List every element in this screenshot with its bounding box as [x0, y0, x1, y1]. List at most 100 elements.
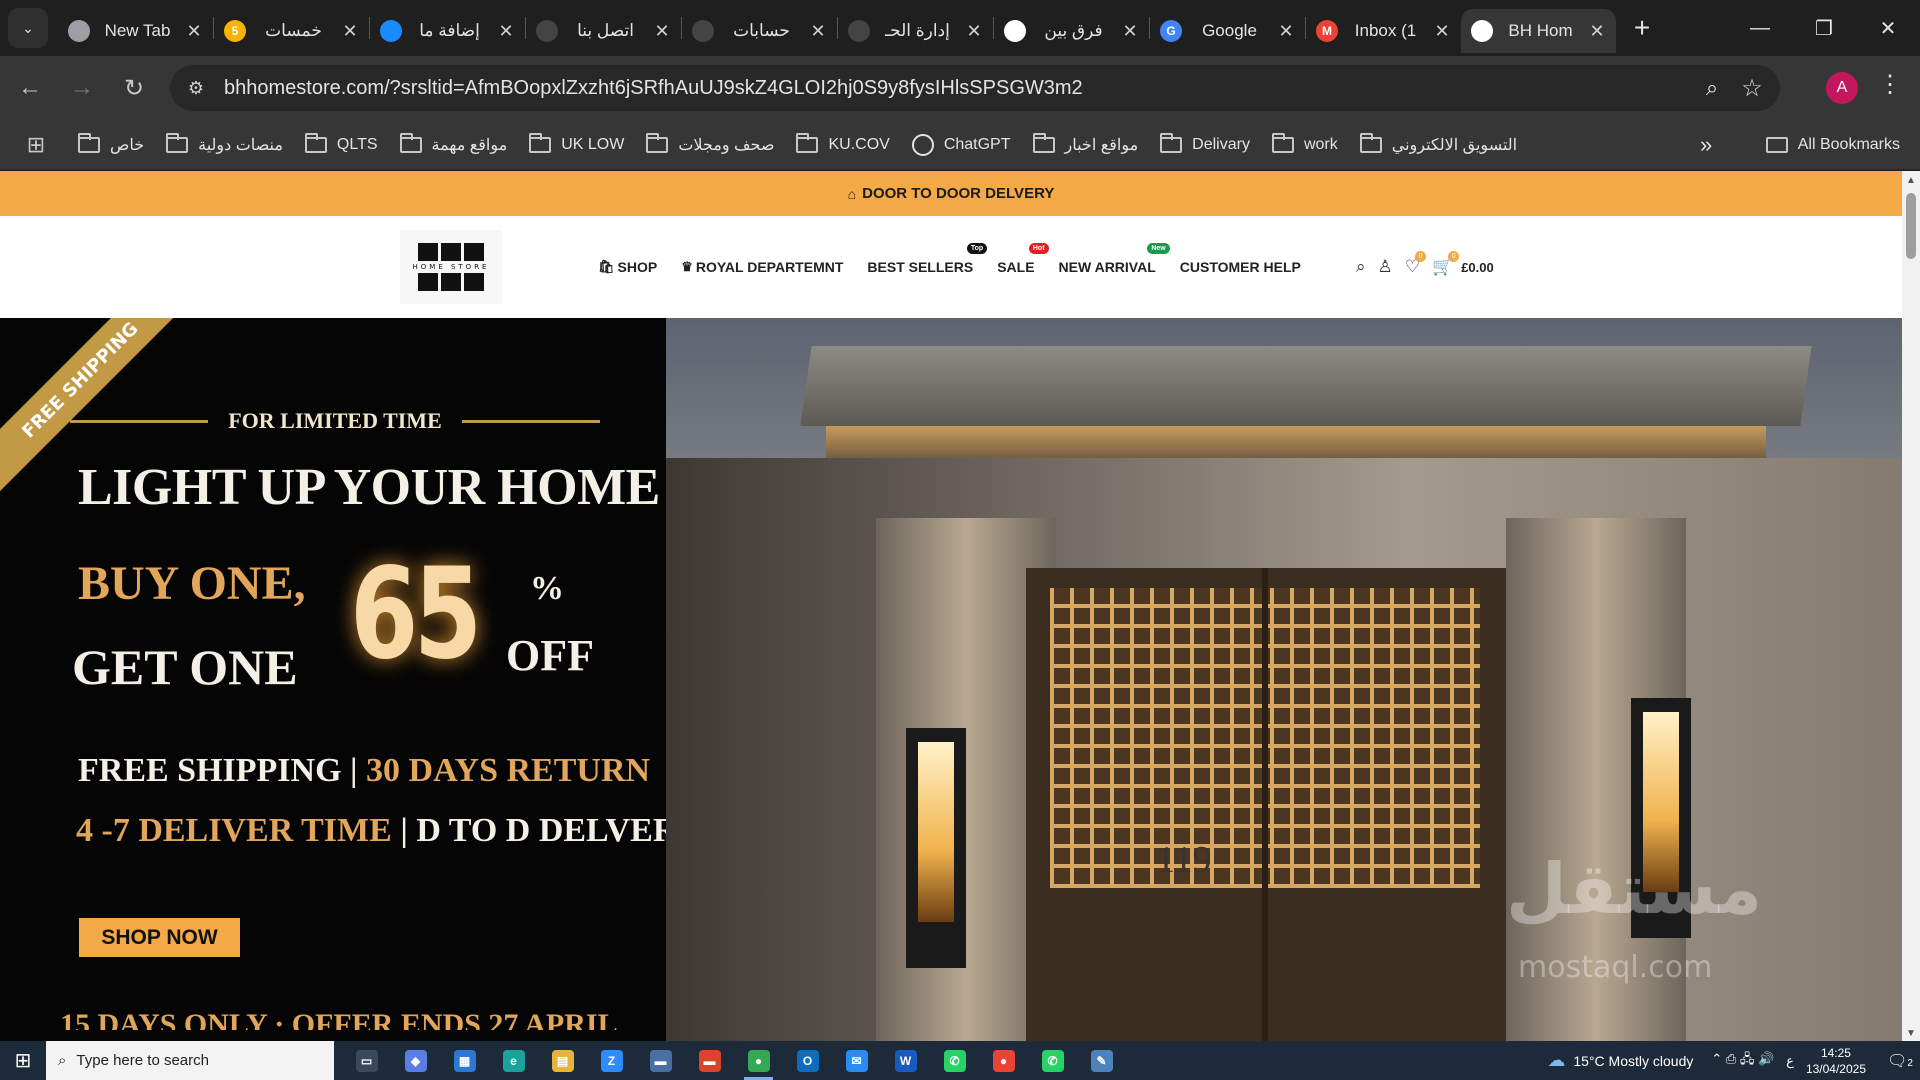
word-icon[interactable]: W [881, 1041, 930, 1080]
bookmark-item[interactable]: مواقع اخبار [1032, 132, 1138, 155]
off-text: OFF [506, 631, 594, 680]
chrome-icon[interactable]: ● [979, 1041, 1028, 1080]
tab-title: اتصل بنا [577, 21, 634, 40]
zoom-icon[interactable]: ⌕ [1692, 75, 1732, 101]
bookmark-star-icon[interactable]: ☆ [1732, 74, 1772, 103]
bookmark-item[interactable]: ChatGPT [911, 133, 1011, 156]
minimize-button[interactable]: — [1728, 0, 1792, 56]
profile-avatar[interactable]: A [1826, 72, 1858, 104]
close-tab-icon[interactable]: ✕ [497, 21, 515, 42]
notification-icon[interactable]: 🗨2 [1880, 1051, 1920, 1071]
tab[interactable]: M Inbox (1 ✕ [1306, 9, 1461, 53]
menu-item[interactable]: SALE Hot [997, 243, 1049, 275]
edge-icon[interactable]: e [489, 1041, 538, 1080]
bookmark-item[interactable]: صحف ومجلات [646, 132, 774, 155]
menu-item[interactable]: ♛ ROYAL DEPARTEMNT [681, 259, 843, 275]
cart-icon[interactable]: 🛒 0 [1432, 251, 1460, 277]
bookmark-item[interactable]: مواقع مهمة [399, 132, 507, 155]
tab[interactable]: اتصل بنا ✕ [526, 9, 681, 53]
close-tab-icon[interactable]: ✕ [965, 21, 983, 42]
bookmark-label: ChatGPT [943, 135, 1011, 153]
weather-widget[interactable]: ☁ 15°C Mostly cloudy [1547, 1050, 1693, 1071]
store-icon[interactable]: ▦ [440, 1041, 489, 1080]
menu-item[interactable]: BEST SELLERS Top [867, 243, 988, 275]
back-button[interactable]: ← [8, 66, 52, 110]
bookmark-item[interactable]: التسويق الالكتروني [1359, 132, 1518, 155]
wishlist-icon[interactable]: ♡ 0 [1405, 251, 1427, 277]
hero-promo-panel: FREE SHIPPING FOR LIMITED TIME LIGHT UP … [0, 318, 701, 1041]
tray-icons[interactable]: ⌃ ⎙ 🖧 🔊 [1711, 1050, 1774, 1072]
bookmark-item[interactable]: QLTS [304, 132, 378, 154]
url-text[interactable]: bhhomestore.com/?srsltid=AfmBOopxlZxzht6… [224, 77, 1692, 100]
browser-menu-icon[interactable]: ⋮ [1876, 70, 1904, 99]
tab[interactable]: فرق بين ✕ [994, 9, 1149, 53]
chrome-icon[interactable]: ● [734, 1041, 783, 1080]
windows-start-icon[interactable]: ⊞ [0, 1041, 46, 1080]
tab[interactable]: إدارة الحـ ✕ [838, 9, 993, 53]
crown-icon: ♛ [681, 259, 693, 274]
close-tab-icon[interactable]: ✕ [653, 21, 671, 42]
page-scrollbar[interactable]: ▲ ▼ [1902, 171, 1920, 1041]
scroll-up-icon[interactable]: ▲ [1906, 175, 1916, 186]
account-icon[interactable]: ♙ [1378, 257, 1393, 277]
input-language[interactable]: ع [1786, 1053, 1794, 1069]
menu-item[interactable]: 🛍 SHOP [598, 259, 657, 275]
close-window-button[interactable]: ✕ [1856, 0, 1920, 56]
site-logo[interactable]: HOME STORE [400, 230, 502, 304]
tab[interactable]: BH Hom ✕ [1461, 9, 1616, 53]
task-view-icon[interactable]: ▭ [342, 1041, 391, 1080]
bookmark-item[interactable]: work [1271, 132, 1338, 154]
search-icon[interactable]: ⌕ [1356, 257, 1366, 277]
all-bookmarks-button[interactable]: All Bookmarks [1765, 120, 1900, 170]
bookmark-item[interactable]: منصات دولية [166, 132, 283, 155]
close-tab-icon[interactable]: ✕ [1433, 21, 1451, 42]
apps-grid-icon[interactable]: ⊞ [16, 132, 56, 158]
bookmark-label: التسويق الالكتروني [1391, 136, 1518, 154]
scroll-down-icon[interactable]: ▼ [1906, 1028, 1916, 1039]
site-info-icon[interactable]: ⚙ [176, 68, 216, 108]
tab-search-button[interactable]: ⌄ [8, 8, 48, 48]
app-icon[interactable]: ▬ [636, 1041, 685, 1080]
scrollbar-thumb[interactable] [1906, 193, 1916, 259]
shop-now-button[interactable]: SHOP NOW [79, 918, 240, 957]
menu-item-label: SALE [997, 259, 1035, 275]
app-icon[interactable]: ▬ [685, 1041, 734, 1080]
tab[interactable]: 5 خمسات ✕ [214, 9, 369, 53]
copilot-icon[interactable]: ◆ [391, 1041, 440, 1080]
new-tab-button[interactable]: + [1624, 10, 1660, 46]
tab[interactable]: New Tab ✕ [58, 9, 213, 53]
cart-total[interactable]: £0.00 [1461, 260, 1494, 275]
more-bookmarks-icon[interactable]: » [1700, 132, 1712, 158]
address-bar[interactable]: ⚙ bhhomestore.com/?srsltid=AfmBOopxlZxzh… [170, 65, 1780, 111]
taskbar-clock[interactable]: 14:25 13/04/2025 [1806, 1045, 1866, 1077]
deliver-time-text: 4 -7 DELIVER TIME [76, 812, 392, 849]
close-tab-icon[interactable]: ✕ [1121, 21, 1139, 42]
close-tab-icon[interactable]: ✕ [1277, 21, 1295, 42]
close-tab-icon[interactable]: ✕ [185, 21, 203, 42]
app-icon[interactable]: ✎ [1077, 1041, 1126, 1080]
close-tab-icon[interactable]: ✕ [809, 21, 827, 42]
bookmark-item[interactable]: KU.COV [796, 132, 890, 154]
bookmark-item[interactable]: خاص [78, 132, 144, 155]
tab[interactable]: حسابات ✕ [682, 9, 837, 53]
plus-icon: + [1633, 12, 1651, 43]
tab[interactable]: G Google ✕ [1150, 9, 1305, 53]
close-tab-icon[interactable]: ✕ [341, 21, 359, 42]
folder-icon [1271, 132, 1294, 153]
whatsapp-icon[interactable]: ✆ [1028, 1041, 1077, 1080]
bookmark-item[interactable]: UK LOW [529, 132, 624, 154]
taskbar-search[interactable]: ⌕ Type here to search [46, 1041, 334, 1080]
forward-button[interactable]: → [60, 66, 104, 110]
restore-button[interactable]: ❐ [1792, 0, 1856, 56]
menu-item[interactable]: CUSTOMER HELP [1180, 259, 1301, 275]
zoom-app-icon[interactable]: Z [587, 1041, 636, 1080]
app-icon[interactable]: ✉ [832, 1041, 881, 1080]
menu-item[interactable]: NEW ARRIVAL New [1059, 243, 1170, 275]
close-tab-icon[interactable]: ✕ [1588, 21, 1606, 42]
file-explorer-icon[interactable]: ▤ [538, 1041, 587, 1080]
bookmark-item[interactable]: Delivary [1160, 132, 1250, 154]
tab[interactable]: إضافة ما ✕ [370, 9, 525, 53]
reload-button[interactable]: ↻ [112, 66, 156, 110]
outlook-icon[interactable]: O [783, 1041, 832, 1080]
whatsapp-icon[interactable]: ✆ [930, 1041, 979, 1080]
